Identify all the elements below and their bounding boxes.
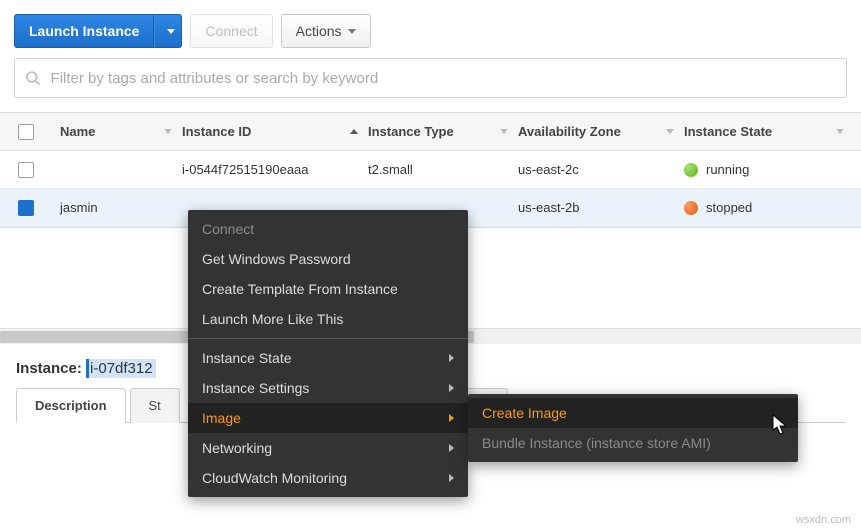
- cell-availability-zone: us-east-2c: [518, 162, 684, 177]
- instance-label: Instance:: [16, 360, 82, 377]
- actions-button[interactable]: Actions: [281, 14, 371, 48]
- launch-instance-dropdown[interactable]: [154, 14, 182, 48]
- column-instance-state[interactable]: Instance State: [684, 124, 854, 139]
- ctx-connect: Connect: [188, 214, 468, 244]
- search-icon: [25, 70, 41, 86]
- submenu-arrow-icon: [449, 444, 454, 452]
- actions-label: Actions: [296, 23, 342, 39]
- context-menu: Connect Get Windows Password Create Temp…: [188, 210, 468, 497]
- column-instance-id[interactable]: Instance ID: [182, 124, 368, 139]
- status-dot-icon: [684, 201, 698, 215]
- search-input[interactable]: [49, 69, 836, 88]
- sort-icon: [666, 129, 674, 134]
- ctx-instance-state[interactable]: Instance State: [188, 343, 468, 373]
- submenu-arrow-icon: [449, 474, 454, 482]
- watermark: wsxdn.com: [796, 514, 851, 526]
- sort-icon: [500, 129, 508, 134]
- ctx-image[interactable]: Image: [188, 403, 468, 433]
- selected-instance-id[interactable]: i-07df312: [86, 359, 156, 378]
- connect-button: Connect: [190, 14, 272, 48]
- ctx-bundle-instance: Bundle Instance (instance store AMI): [468, 428, 798, 458]
- ctx-get-windows-password[interactable]: Get Windows Password: [188, 244, 468, 274]
- sort-icon: [164, 129, 172, 134]
- cell-availability-zone: us-east-2b: [518, 200, 684, 215]
- tab-partial-1[interactable]: St: [130, 388, 180, 423]
- ctx-instance-settings[interactable]: Instance Settings: [188, 373, 468, 403]
- row-select-cell[interactable]: [0, 200, 52, 216]
- column-name[interactable]: Name: [52, 124, 182, 139]
- table-row[interactable]: i-0544f72515190eaaa t2.small us-east-2c …: [0, 151, 861, 189]
- tab-description[interactable]: Description: [16, 388, 126, 423]
- submenu-arrow-icon: [449, 354, 454, 362]
- cell-name: jasmin: [52, 200, 182, 215]
- column-instance-type[interactable]: Instance Type: [368, 124, 518, 139]
- cell-instance-state: running: [684, 162, 854, 177]
- select-all-cell[interactable]: [0, 124, 52, 140]
- toolbar: Launch Instance Connect Actions: [0, 0, 861, 58]
- caret-down-icon: [167, 29, 175, 34]
- cell-instance-id: i-0544f72515190eaaa: [182, 162, 368, 177]
- search-bar[interactable]: [14, 58, 847, 98]
- column-availability-zone[interactable]: Availability Zone: [518, 124, 684, 139]
- menu-separator: [188, 338, 468, 339]
- cell-instance-state: stopped: [684, 200, 854, 215]
- table-header: Name Instance ID Instance Type Availabil…: [0, 113, 861, 151]
- sort-icon: [836, 129, 844, 134]
- checkbox-checked-icon: [18, 200, 34, 216]
- launch-instance-label: Launch Instance: [29, 23, 139, 39]
- ctx-create-image[interactable]: Create Image: [468, 398, 798, 428]
- cell-instance-type: t2.small: [368, 162, 518, 177]
- submenu-arrow-icon: [449, 384, 454, 392]
- submenu-arrow-icon: [449, 414, 454, 422]
- ctx-cloudwatch-monitoring[interactable]: CloudWatch Monitoring: [188, 463, 468, 493]
- connect-label: Connect: [205, 23, 257, 39]
- checkbox-icon: [18, 162, 34, 178]
- ctx-launch-more-like-this[interactable]: Launch More Like This: [188, 304, 468, 334]
- caret-down-icon: [348, 29, 356, 34]
- row-select-cell[interactable]: [0, 162, 52, 178]
- mouse-cursor-icon: [772, 414, 790, 436]
- status-dot-icon: [684, 163, 698, 177]
- sort-asc-icon: [350, 129, 358, 134]
- checkbox-icon: [18, 124, 34, 140]
- launch-instance-button[interactable]: Launch Instance: [14, 14, 154, 48]
- ctx-create-template[interactable]: Create Template From Instance: [188, 274, 468, 304]
- ctx-networking[interactable]: Networking: [188, 433, 468, 463]
- context-submenu-image: Create Image Bundle Instance (instance s…: [468, 394, 798, 462]
